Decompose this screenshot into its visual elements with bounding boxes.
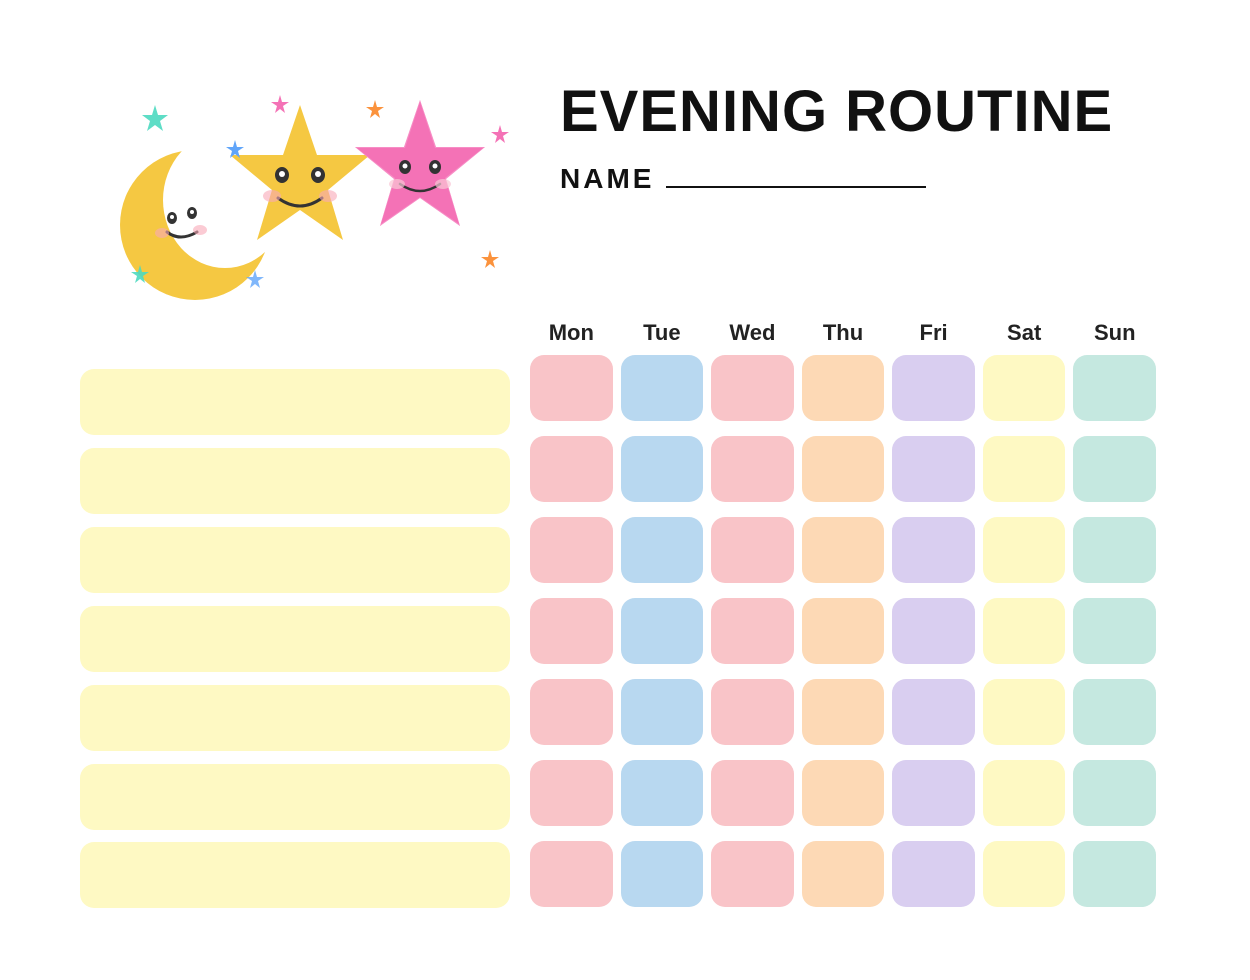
cell-r3-sat[interactable]	[983, 517, 1066, 583]
task-row-5[interactable]	[80, 685, 510, 751]
days-grid	[526, 352, 1160, 910]
cell-r1-mon[interactable]	[530, 355, 613, 421]
cell-r2-tue[interactable]	[621, 436, 704, 502]
days-header: Mon Tue Wed Thu Fri Sat Sun	[526, 320, 1160, 346]
illustration	[80, 70, 540, 300]
days-row-2	[526, 436, 1160, 502]
cell-r3-tue[interactable]	[621, 517, 704, 583]
cell-r6-tue[interactable]	[621, 760, 704, 826]
tasks-column	[80, 320, 510, 910]
days-section: Mon Tue Wed Thu Fri Sat Sun	[526, 320, 1160, 910]
cell-r5-thu[interactable]	[802, 679, 885, 745]
cell-r6-sat[interactable]	[983, 760, 1066, 826]
cell-r4-sat[interactable]	[983, 598, 1066, 664]
name-row: NAME	[560, 162, 926, 195]
cell-r5-sun[interactable]	[1073, 679, 1156, 745]
cell-r3-fri[interactable]	[892, 517, 975, 583]
cell-r1-thu[interactable]	[802, 355, 885, 421]
days-row-1	[526, 355, 1160, 421]
cell-r1-fri[interactable]	[892, 355, 975, 421]
cell-r7-tue[interactable]	[621, 841, 704, 907]
cell-r3-mon[interactable]	[530, 517, 613, 583]
cell-r5-mon[interactable]	[530, 679, 613, 745]
cell-r7-sat[interactable]	[983, 841, 1066, 907]
cell-r7-thu[interactable]	[802, 841, 885, 907]
cell-r4-thu[interactable]	[802, 598, 885, 664]
cell-r5-tue[interactable]	[621, 679, 704, 745]
cell-r1-sat[interactable]	[983, 355, 1066, 421]
cell-r1-sun[interactable]	[1073, 355, 1156, 421]
days-row-6	[526, 760, 1160, 826]
task-row-1[interactable]	[80, 369, 510, 435]
task-row-2[interactable]	[80, 448, 510, 514]
days-row-4	[526, 598, 1160, 664]
name-label: NAME	[560, 163, 654, 195]
task-row-3[interactable]	[80, 527, 510, 593]
cell-r6-sun[interactable]	[1073, 760, 1156, 826]
task-row-7[interactable]	[80, 842, 510, 908]
cell-r7-fri[interactable]	[892, 841, 975, 907]
days-row-7	[526, 841, 1160, 907]
day-label-sun: Sun	[1073, 320, 1156, 346]
cell-r1-wed[interactable]	[711, 355, 794, 421]
cell-r4-mon[interactable]	[530, 598, 613, 664]
cell-r2-mon[interactable]	[530, 436, 613, 502]
day-label-fri: Fri	[892, 320, 975, 346]
page: EVENING ROUTINE NAME Mon Tue Wed	[50, 40, 1200, 940]
cell-r3-thu[interactable]	[802, 517, 885, 583]
cell-r6-fri[interactable]	[892, 760, 975, 826]
header-right: EVENING ROUTINE NAME	[540, 70, 1160, 195]
cell-r5-sat[interactable]	[983, 679, 1066, 745]
cell-r4-tue[interactable]	[621, 598, 704, 664]
cell-r5-wed[interactable]	[711, 679, 794, 745]
cell-r7-sun[interactable]	[1073, 841, 1156, 907]
cell-r4-wed[interactable]	[711, 598, 794, 664]
day-label-tue: Tue	[621, 320, 704, 346]
days-row-3	[526, 517, 1160, 583]
day-label-wed: Wed	[711, 320, 794, 346]
top-section: EVENING ROUTINE NAME	[80, 70, 1160, 300]
cell-r2-wed[interactable]	[711, 436, 794, 502]
cell-r5-fri[interactable]	[892, 679, 975, 745]
cell-r2-sat[interactable]	[983, 436, 1066, 502]
cell-r2-sun[interactable]	[1073, 436, 1156, 502]
cell-r7-mon[interactable]	[530, 841, 613, 907]
cell-r4-sun[interactable]	[1073, 598, 1156, 664]
cell-r6-wed[interactable]	[711, 760, 794, 826]
cell-r2-thu[interactable]	[802, 436, 885, 502]
day-label-mon: Mon	[530, 320, 613, 346]
task-row-4[interactable]	[80, 606, 510, 672]
days-row-5	[526, 679, 1160, 745]
cell-r6-mon[interactable]	[530, 760, 613, 826]
cell-r4-fri[interactable]	[892, 598, 975, 664]
cell-r6-thu[interactable]	[802, 760, 885, 826]
cell-r1-tue[interactable]	[621, 355, 704, 421]
cell-r7-wed[interactable]	[711, 841, 794, 907]
task-row-6[interactable]	[80, 764, 510, 830]
cell-r3-sun[interactable]	[1073, 517, 1156, 583]
day-label-thu: Thu	[802, 320, 885, 346]
name-underline[interactable]	[666, 162, 926, 188]
page-title: EVENING ROUTINE	[560, 80, 1113, 144]
grid-section: Mon Tue Wed Thu Fri Sat Sun	[80, 320, 1160, 910]
day-label-sat: Sat	[983, 320, 1066, 346]
cell-r2-fri[interactable]	[892, 436, 975, 502]
cell-r3-wed[interactable]	[711, 517, 794, 583]
